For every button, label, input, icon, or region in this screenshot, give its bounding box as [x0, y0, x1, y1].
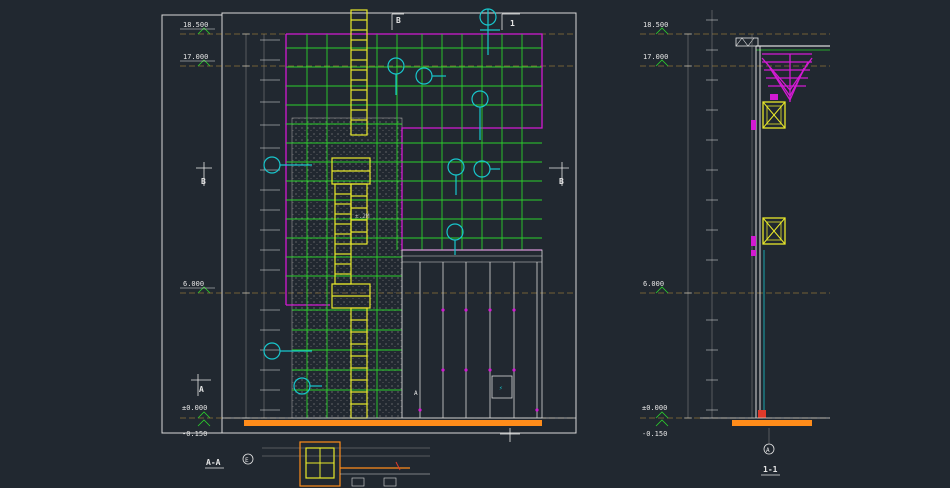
right-level-marker-top: 18.500	[643, 21, 668, 35]
dimension-chains	[242, 33, 280, 419]
level-marker-upper: 17.000	[180, 53, 215, 67]
right-level-marker-ground: ±0.000 -0.150	[642, 404, 669, 438]
level-label-ground: ±0.000	[182, 404, 207, 412]
section-marker-b-top: B	[391, 13, 404, 30]
svg-text:⚡: ⚡	[499, 385, 503, 392]
wall-column	[751, 34, 786, 418]
level-label-top: 18.500	[183, 21, 208, 29]
marker-a-label: A	[199, 385, 204, 394]
cad-drawing-canvas: 18.500 17.000 6.000 ±0.000 -0.150 ±.2M ⚡…	[161, 8, 830, 487]
left-elevation: 18.500 17.000 6.000 ±0.000 -0.150 ±.2M ⚡…	[161, 8, 577, 487]
level-label-below: -0.150	[182, 430, 207, 438]
level-label-upper: 17.000	[183, 53, 208, 61]
ground-slab	[244, 420, 542, 426]
door-mark-a: A	[414, 390, 418, 397]
level-marker-top: 18.500	[180, 21, 215, 35]
axis-bubble-a: A	[763, 428, 775, 455]
view-title-aa-text: A-A	[206, 458, 221, 467]
left-frame-margin	[161, 14, 223, 434]
right-ground-slab	[732, 420, 812, 426]
circle-label-e: E	[245, 457, 249, 464]
marker-b-label-left: B	[201, 177, 206, 186]
section-marker-a-left: A	[191, 374, 211, 396]
right-level-label-ground: ±0.000	[642, 404, 667, 412]
view-title-11-text: 1-1	[763, 465, 778, 474]
right-level-label-below: -0.150	[642, 430, 667, 438]
view-title-11: 1-1	[761, 465, 780, 476]
level-label-mid: 6.000	[183, 280, 204, 288]
bottom-plan-detail	[262, 441, 430, 487]
concrete-wall-zone	[292, 118, 402, 418]
right-level-label-upper: 17.000	[643, 53, 668, 61]
right-level-label-top: 18.500	[643, 21, 668, 29]
marker-b-label-top: B	[396, 16, 401, 25]
right-level-marker-upper: 17.000	[643, 53, 668, 67]
section-marker-1: 1	[501, 13, 520, 30]
view-title-aa: A-A E	[205, 453, 254, 469]
level-marker-mid: 6.000	[180, 280, 215, 294]
right-level-marker-mid: 6.000	[643, 280, 669, 294]
right-dimension-chains	[684, 10, 718, 419]
marker-1-label: 1	[510, 19, 515, 28]
marker-bottom	[500, 428, 520, 442]
axis-label-a: A	[766, 447, 770, 454]
center-note: ±.2M	[355, 213, 370, 220]
level-marker-ground: ±0.000 -0.150	[182, 404, 211, 438]
section-marker-b-left: B	[196, 162, 212, 186]
right-level-label-mid: 6.000	[643, 280, 664, 288]
right-section-1-1: 18.500 17.000 6.000 ±0.000 -0.150 A 1-1	[640, 10, 830, 476]
marker-b-label-right: B	[559, 177, 564, 186]
right-level-lines	[640, 33, 830, 419]
door-panels: ⚡ A	[401, 249, 543, 419]
roof-truss	[735, 37, 830, 102]
section-marker-b-right: B	[549, 162, 569, 186]
